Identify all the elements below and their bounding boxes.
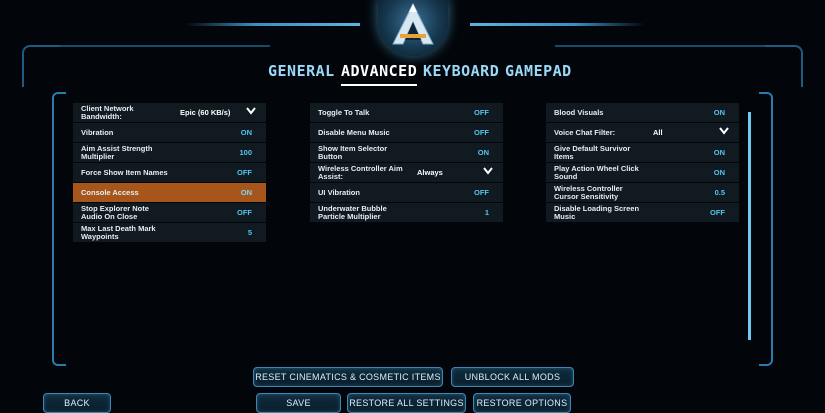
- setting-max-death-mark-waypoints[interactable]: Max Last Death Mark Waypoints 5: [73, 223, 266, 242]
- chevron-down-icon[interactable]: [483, 167, 493, 175]
- ark-logo-icon: [392, 2, 434, 45]
- tab-advanced[interactable]: ADVANCED: [341, 62, 418, 86]
- scrollbar[interactable]: [748, 112, 751, 340]
- frame-top-right: [555, 45, 765, 47]
- back-button[interactable]: BACK: [43, 393, 111, 413]
- setting-label: Blood Visuals: [554, 108, 604, 117]
- setting-voice-chat-filter[interactable]: Voice Chat Filter: All: [546, 123, 739, 142]
- bandwidth-dropdown-value[interactable]: Epic (60 KB/s): [180, 108, 230, 117]
- tab-keyboard[interactable]: KEYBOARD: [423, 62, 499, 80]
- setting-wireless-aim-assist[interactable]: Wireless Controller Aim Assist: Always: [310, 163, 503, 182]
- setting-label: Console Access: [81, 188, 139, 197]
- setting-label: Disable Loading Screen Music: [554, 204, 640, 221]
- setting-vibration[interactable]: Vibration ON: [73, 123, 266, 142]
- setting-value[interactable]: ON: [241, 188, 252, 197]
- chevron-down-icon[interactable]: [246, 107, 256, 115]
- setting-show-item-selector[interactable]: Show Item Selector Button ON: [310, 143, 503, 162]
- setting-value[interactable]: OFF: [237, 168, 252, 177]
- setting-value[interactable]: OFF: [474, 188, 489, 197]
- unblock-all-mods-button[interactable]: UNBLOCK ALL MODS: [451, 367, 574, 387]
- setting-value[interactable]: 0.5: [715, 188, 725, 197]
- settings-column-3: Blood Visuals ON Voice Chat Filter: All …: [546, 103, 739, 223]
- voice-chat-dropdown-value[interactable]: All: [653, 128, 663, 137]
- setting-value[interactable]: 1: [485, 208, 489, 217]
- setting-aim-assist-strength[interactable]: Aim Assist Strength Multiplier 100: [73, 143, 266, 162]
- frame-corner-top-left: [22, 45, 64, 87]
- setting-label: Aim Assist Strength Multiplier: [81, 144, 153, 161]
- panel-bracket-right: [759, 92, 773, 366]
- frame-corner-top-right: [761, 45, 803, 87]
- setting-value[interactable]: OFF: [710, 208, 725, 217]
- setting-value[interactable]: 100: [239, 148, 252, 157]
- setting-label: Wireless Controller Aim Assist:: [318, 164, 403, 181]
- setting-label: Give Default Survivor Items: [554, 144, 631, 161]
- setting-label: Show Item Selector Button: [318, 144, 388, 161]
- setting-client-network-bandwidth[interactable]: Client Network Bandwidth: Epic (60 KB/s): [73, 103, 266, 122]
- reset-cinematics-button[interactable]: RESET CINEMATICS & COSMETIC ITEMS: [253, 367, 443, 387]
- restore-all-settings-button[interactable]: RESTORE ALL SETTINGS: [347, 393, 466, 413]
- setting-label: Max Last Death Mark Waypoints: [81, 224, 156, 241]
- header-line-right: [470, 23, 645, 26]
- setting-label: Disable Menu Music: [318, 128, 390, 137]
- setting-label: Underwater Bubble Particle Multiplier: [318, 204, 387, 221]
- setting-cursor-sensitivity[interactable]: Wireless Controller Cursor Sensitivity 0…: [546, 183, 739, 202]
- restore-options-button[interactable]: RESTORE OPTIONS: [473, 393, 571, 413]
- tab-gamepad[interactable]: GAMEPAD: [505, 62, 572, 80]
- save-button[interactable]: SAVE: [256, 393, 341, 413]
- setting-value[interactable]: ON: [714, 168, 725, 177]
- setting-value[interactable]: ON: [714, 108, 725, 117]
- setting-label: Play Action Wheel Click Sound: [554, 164, 639, 181]
- setting-toggle-to-talk[interactable]: Toggle To Talk OFF: [310, 103, 503, 122]
- chevron-down-icon[interactable]: [719, 127, 729, 135]
- setting-label: UI Vibration: [318, 188, 360, 197]
- panel-bracket-left: [52, 92, 66, 366]
- setting-stop-explorer-note-audio[interactable]: Stop Explorer Note Audio On Close OFF: [73, 203, 266, 222]
- setting-label: Wireless Controller Cursor Sensitivity: [554, 184, 623, 201]
- setting-force-show-item-names[interactable]: Force Show Item Names OFF: [73, 163, 266, 182]
- settings-column-2: Toggle To Talk OFF Disable Menu Music OF…: [310, 103, 503, 223]
- setting-value[interactable]: OFF: [237, 208, 252, 217]
- setting-underwater-bubble-multiplier[interactable]: Underwater Bubble Particle Multiplier 1: [310, 203, 503, 222]
- setting-label: Force Show Item Names: [81, 168, 168, 177]
- frame-top-left: [60, 45, 270, 47]
- aim-assist-dropdown-value[interactable]: Always: [417, 168, 443, 177]
- setting-value[interactable]: ON: [241, 128, 252, 137]
- setting-value[interactable]: 5: [248, 228, 252, 237]
- setting-value[interactable]: ON: [714, 148, 725, 157]
- setting-blood-visuals[interactable]: Blood Visuals ON: [546, 103, 739, 122]
- setting-console-access[interactable]: Console Access ON: [73, 183, 266, 202]
- setting-disable-loading-music[interactable]: Disable Loading Screen Music OFF: [546, 203, 739, 222]
- setting-value[interactable]: ON: [478, 148, 489, 157]
- setting-label: Voice Chat Filter:: [554, 128, 616, 137]
- setting-label: Vibration: [81, 128, 114, 137]
- ark-logo: [378, 0, 448, 56]
- settings-column-1: Client Network Bandwidth: Epic (60 KB/s)…: [73, 103, 266, 243]
- setting-label: Stop Explorer Note Audio On Close: [81, 204, 149, 221]
- setting-give-default-survivor-items[interactable]: Give Default Survivor Items ON: [546, 143, 739, 162]
- setting-ui-vibration[interactable]: UI Vibration OFF: [310, 183, 503, 202]
- tab-general[interactable]: GENERAL: [268, 62, 335, 80]
- setting-disable-menu-music[interactable]: Disable Menu Music OFF: [310, 123, 503, 142]
- setting-value[interactable]: OFF: [474, 108, 489, 117]
- setting-value[interactable]: OFF: [474, 128, 489, 137]
- setting-label: Toggle To Talk: [318, 108, 370, 117]
- header-line-left: [185, 23, 360, 26]
- setting-action-wheel-click-sound[interactable]: Play Action Wheel Click Sound ON: [546, 163, 739, 182]
- setting-label: Client Network Bandwidth:: [81, 104, 134, 121]
